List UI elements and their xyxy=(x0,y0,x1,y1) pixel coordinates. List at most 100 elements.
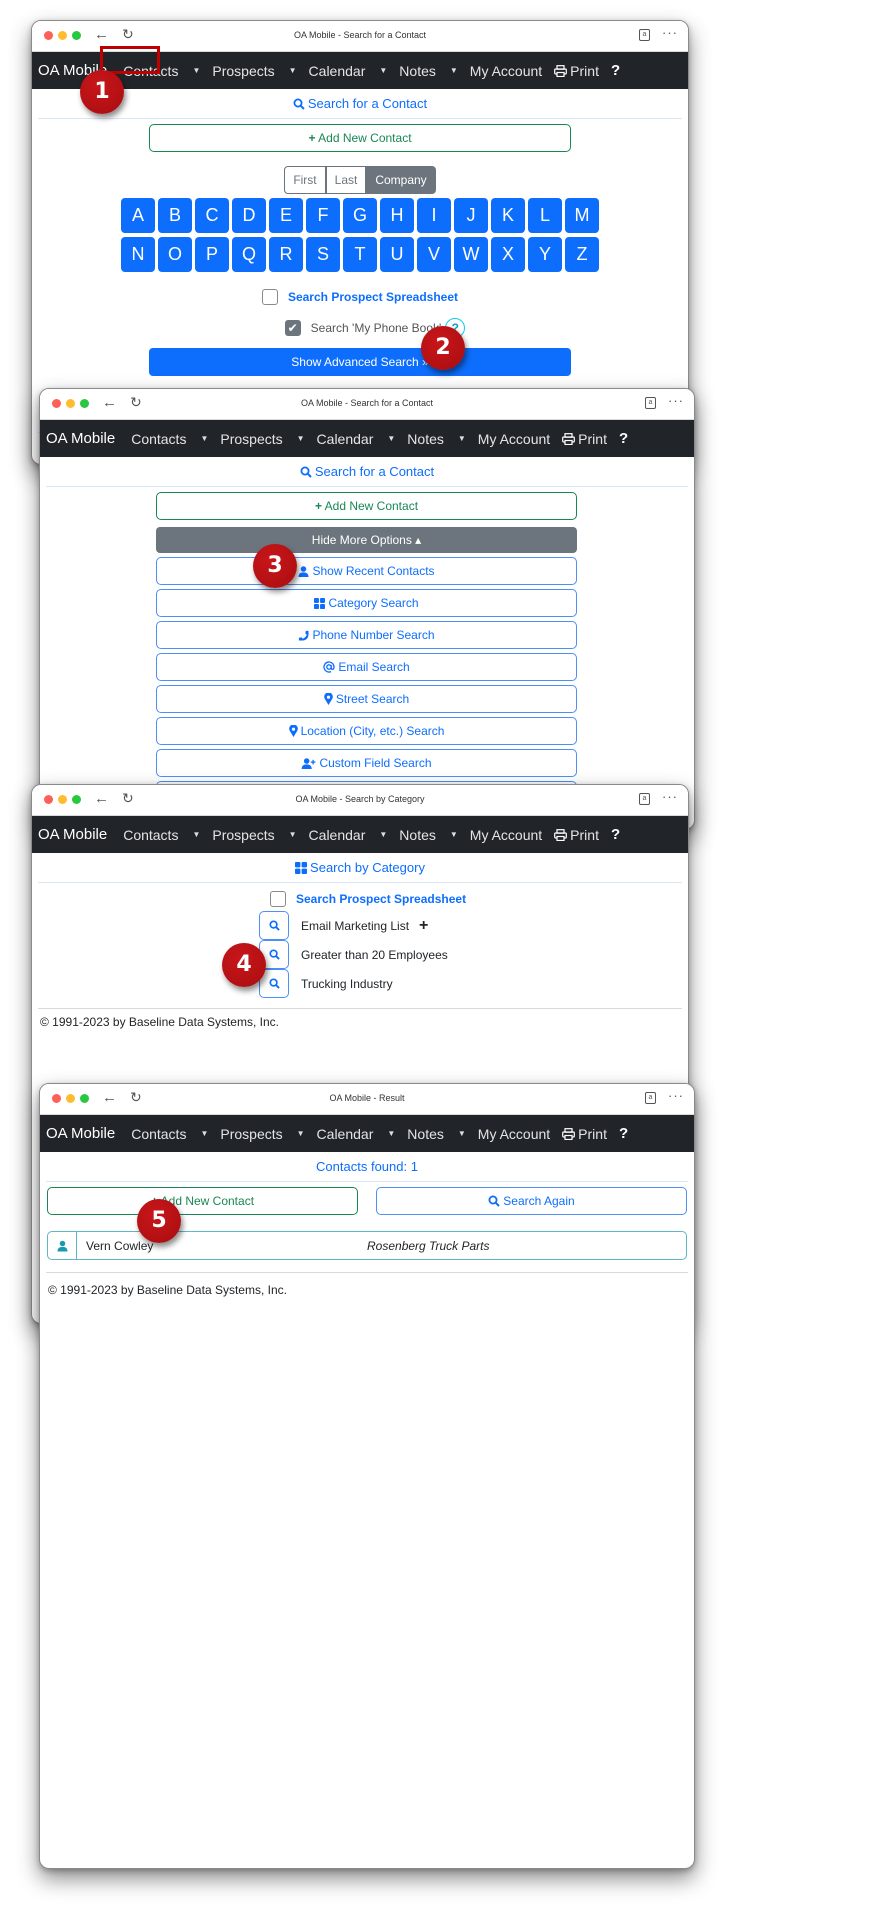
letter-button[interactable]: G xyxy=(343,198,377,233)
nav-calendar[interactable]: Calendar ▼ xyxy=(317,431,396,447)
letter-button[interactable]: C xyxy=(195,198,229,233)
letter-button[interactable]: S xyxy=(306,237,340,272)
letter-button[interactable]: W xyxy=(454,237,488,272)
caret-down-icon[interactable]: ▼ xyxy=(200,1129,208,1138)
help-icon[interactable]: ? xyxy=(619,1125,628,1142)
letter-button[interactable]: M xyxy=(565,198,599,233)
nav-contacts[interactable]: Contacts ▼ xyxy=(123,827,200,843)
toggle-first[interactable]: First xyxy=(284,166,326,194)
option-show-recent-contacts-button[interactable]: Show Recent Contacts xyxy=(156,557,577,585)
nav-print[interactable]: Print xyxy=(554,63,599,79)
option-custom-field-search-button[interactable]: Custom Field Search xyxy=(156,749,577,777)
search-prospect-label[interactable]: Search Prospect Spreadsheet xyxy=(296,892,466,906)
brand-logo[interactable]: OA Mobile xyxy=(38,826,107,843)
letter-button[interactable]: A xyxy=(121,198,155,233)
nav-print[interactable]: Print xyxy=(554,827,599,843)
nav-contacts[interactable]: Contacts ▼ xyxy=(131,431,208,447)
more-options-icon[interactable]: ··· xyxy=(668,393,684,408)
letter-button[interactable]: V xyxy=(417,237,451,272)
letter-button[interactable]: Q xyxy=(232,237,266,272)
letter-button[interactable]: P xyxy=(195,237,229,272)
letter-button[interactable]: X xyxy=(491,237,525,272)
caret-down-icon[interactable]: ▼ xyxy=(192,830,200,839)
caret-down-icon[interactable]: ▼ xyxy=(387,1129,395,1138)
add-category-plus-icon[interactable]: + xyxy=(419,917,428,935)
letter-button[interactable]: E xyxy=(269,198,303,233)
search-phonebook-checkbox[interactable]: ✔ xyxy=(284,320,301,336)
caret-down-icon[interactable]: ▼ xyxy=(458,1129,466,1138)
nav-notes[interactable]: Notes ▼ xyxy=(399,827,458,843)
search-again-button[interactable]: Search Again xyxy=(376,1187,687,1215)
search-prospect-checkbox[interactable] xyxy=(270,891,286,907)
letter-button[interactable]: B xyxy=(158,198,192,233)
letter-button[interactable]: R xyxy=(269,237,303,272)
nav-calendar[interactable]: Calendar ▼ xyxy=(309,827,388,843)
letter-button[interactable]: Y xyxy=(528,237,562,272)
caret-down-icon[interactable]: ▼ xyxy=(289,66,297,75)
nav-calendar[interactable]: Calendar ▼ xyxy=(317,1126,396,1142)
nav-my-account[interactable]: My Account xyxy=(470,827,542,843)
caret-down-icon[interactable]: ▼ xyxy=(192,66,200,75)
option-email-search-button[interactable]: Email Search xyxy=(156,653,577,681)
option-location-city-etc-search-button[interactable]: Location (City, etc.) Search xyxy=(156,717,577,745)
option-street-search-button[interactable]: Street Search xyxy=(156,685,577,713)
more-options-icon[interactable]: ··· xyxy=(662,25,678,40)
nav-calendar[interactable]: Calendar ▼ xyxy=(309,63,388,79)
help-icon[interactable]: ? xyxy=(619,430,628,447)
add-new-contact-button[interactable]: + Add New Contact xyxy=(156,492,577,520)
letter-button[interactable]: N xyxy=(121,237,155,272)
letter-button[interactable]: Z xyxy=(565,237,599,272)
letter-button[interactable]: I xyxy=(417,198,451,233)
brand-logo[interactable]: OA Mobile xyxy=(46,1125,115,1142)
letter-button[interactable]: U xyxy=(380,237,414,272)
nav-prospects[interactable]: Prospects ▼ xyxy=(220,431,304,447)
more-options-icon[interactable]: ··· xyxy=(668,1088,684,1103)
option-category-search-button[interactable]: Category Search xyxy=(156,589,577,617)
nav-my-account[interactable]: My Account xyxy=(478,431,550,447)
nav-print[interactable]: Print xyxy=(562,431,607,447)
nav-my-account[interactable]: My Account xyxy=(478,1126,550,1142)
search-prospect-label[interactable]: Search Prospect Spreadsheet xyxy=(288,290,458,304)
nav-prospects[interactable]: Prospects ▼ xyxy=(212,63,296,79)
caret-down-icon[interactable]: ▼ xyxy=(450,830,458,839)
caret-down-icon[interactable]: ▼ xyxy=(297,434,305,443)
nav-prospects[interactable]: Prospects ▼ xyxy=(220,1126,304,1142)
letter-button[interactable]: L xyxy=(528,198,562,233)
option-phone-number-search-button[interactable]: Phone Number Search xyxy=(156,621,577,649)
letter-button[interactable]: J xyxy=(454,198,488,233)
nav-notes[interactable]: Notes ▼ xyxy=(407,431,466,447)
caret-down-icon[interactable]: ▼ xyxy=(379,66,387,75)
nav-notes[interactable]: Notes ▼ xyxy=(399,63,458,79)
letter-button[interactable]: O xyxy=(158,237,192,272)
reader-view-icon[interactable]: a xyxy=(645,397,656,409)
letter-button[interactable]: T xyxy=(343,237,377,272)
more-options-icon[interactable]: ··· xyxy=(662,789,678,804)
hide-more-options-button[interactable]: Hide More Options ▴ xyxy=(156,527,577,553)
brand-logo[interactable]: OA Mobile xyxy=(46,430,115,447)
caret-down-icon[interactable]: ▼ xyxy=(200,434,208,443)
nav-prospects[interactable]: Prospects ▼ xyxy=(212,827,296,843)
reader-view-icon[interactable]: a xyxy=(639,793,650,805)
search-prospect-checkbox[interactable] xyxy=(261,289,278,305)
help-icon[interactable]: ? xyxy=(611,62,620,79)
reader-view-icon[interactable]: a xyxy=(639,29,650,41)
nav-my-account[interactable]: My Account xyxy=(470,63,542,79)
caret-down-icon[interactable]: ▼ xyxy=(289,830,297,839)
caret-down-icon[interactable]: ▼ xyxy=(379,830,387,839)
show-advanced-search-button[interactable]: Show Advanced Search » xyxy=(149,348,571,376)
help-icon[interactable]: ? xyxy=(611,826,620,843)
caret-down-icon[interactable]: ▼ xyxy=(450,66,458,75)
add-new-contact-button[interactable]: + Add New Contact xyxy=(47,1187,358,1215)
nav-notes[interactable]: Notes ▼ xyxy=(407,1126,466,1142)
toggle-company[interactable]: Company xyxy=(366,166,436,194)
nav-contacts[interactable]: Contacts ▼ xyxy=(131,1126,208,1142)
letter-button[interactable]: F xyxy=(306,198,340,233)
add-new-contact-button[interactable]: + Add New Contact xyxy=(149,124,571,152)
caret-down-icon[interactable]: ▼ xyxy=(458,434,466,443)
category-search-button[interactable] xyxy=(259,911,289,940)
letter-button[interactable]: D xyxy=(232,198,266,233)
toggle-last[interactable]: Last xyxy=(325,166,367,194)
reader-view-icon[interactable]: a xyxy=(645,1092,656,1104)
caret-down-icon[interactable]: ▼ xyxy=(387,434,395,443)
letter-button[interactable]: K xyxy=(491,198,525,233)
